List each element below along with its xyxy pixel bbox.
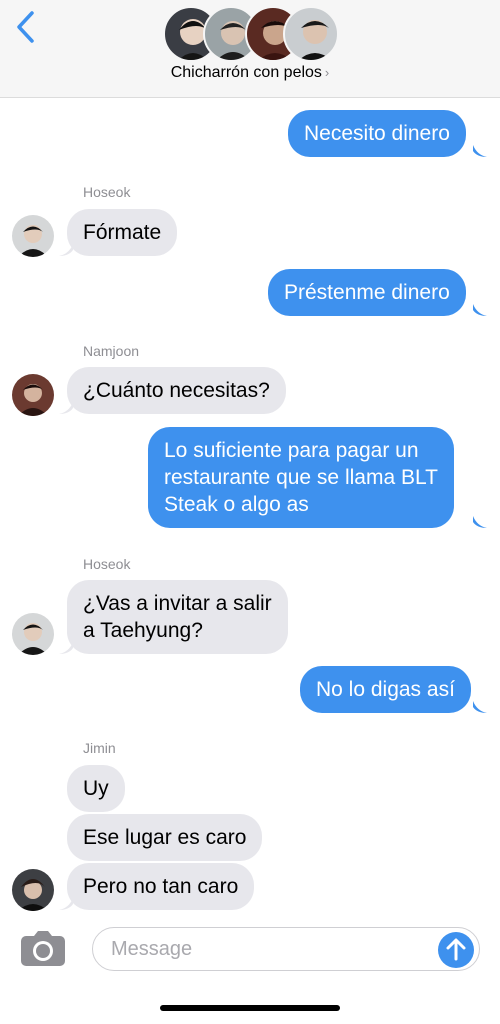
incoming-message[interactable]: ¿Cuánto necesitas? <box>67 367 286 414</box>
sender-name: Hoseok <box>83 556 131 572</box>
group-title-button[interactable]: Chicharrón con pelos › <box>0 64 500 82</box>
incoming-message[interactable]: Ese lugar es caro <box>67 814 263 861</box>
incoming-message[interactable]: ¿Vas a invitar a salir a Taehyung? <box>67 580 288 654</box>
bubble-tail <box>59 402 73 414</box>
camera-icon <box>21 931 65 966</box>
message-text: Pero no tan caro <box>83 875 239 898</box>
bubble-tail <box>59 642 73 654</box>
arrow-up-icon <box>446 938 466 961</box>
sender-name: Jimin <box>83 740 116 756</box>
chevron-right-icon: › <box>324 65 330 80</box>
bubble-tail <box>473 701 487 713</box>
bubble-tail <box>473 304 487 316</box>
avatar[interactable] <box>12 215 54 257</box>
outgoing-message[interactable]: Lo suficiente para pagar un restaurante … <box>148 427 454 528</box>
outgoing-message[interactable]: Préstenme dinero <box>268 269 466 316</box>
group-avatar-4 <box>283 6 339 62</box>
message-text: Fórmate <box>83 221 162 244</box>
group-name: Chicharrón con pelos <box>170 64 322 81</box>
message-line: a Taehyung? <box>83 619 203 642</box>
avatar[interactable] <box>12 374 54 416</box>
message-text: ¿Cuánto necesitas? <box>83 379 270 402</box>
chevron-left-icon <box>17 11 34 43</box>
home-indicator[interactable] <box>160 1005 340 1011</box>
message-text: Necesito dinero <box>304 122 450 145</box>
bubble-tail <box>473 145 487 157</box>
outgoing-message[interactable]: Necesito dinero <box>288 110 466 157</box>
incoming-message[interactable]: Fórmate <box>67 209 178 256</box>
compose-bar <box>0 918 500 988</box>
send-button[interactable] <box>438 932 474 968</box>
message-line: Steak o algo as <box>164 493 309 516</box>
bubble-tail <box>59 244 73 256</box>
message-line: restaurante que se llama BLT <box>164 466 438 489</box>
back-button[interactable] <box>14 10 38 44</box>
sender-name: Namjoon <box>83 343 140 359</box>
conversation-header: Chicharrón con pelos › <box>0 0 500 98</box>
incoming-message[interactable]: Pero no tan caro <box>67 863 255 910</box>
outgoing-message[interactable]: No lo digas así <box>300 666 471 713</box>
message-line: Lo suficiente para pagar un <box>164 439 419 462</box>
message-line: ¿Vas a invitar a salir <box>83 592 272 615</box>
group-avatars[interactable] <box>163 6 339 62</box>
bubble-tail <box>59 898 73 910</box>
message-text: Préstenme dinero <box>284 281 450 304</box>
avatar[interactable] <box>12 869 54 911</box>
bubble-tail <box>473 516 487 528</box>
avatar[interactable] <box>12 613 54 655</box>
camera-button[interactable] <box>20 930 66 968</box>
message-input[interactable] <box>92 927 480 971</box>
message-text: Ese lugar es caro <box>83 826 247 849</box>
message-text: No lo digas así <box>316 678 455 701</box>
sender-name: Hoseok <box>83 184 131 200</box>
message-text: Uy <box>83 777 109 800</box>
incoming-message[interactable]: Uy <box>67 765 125 812</box>
